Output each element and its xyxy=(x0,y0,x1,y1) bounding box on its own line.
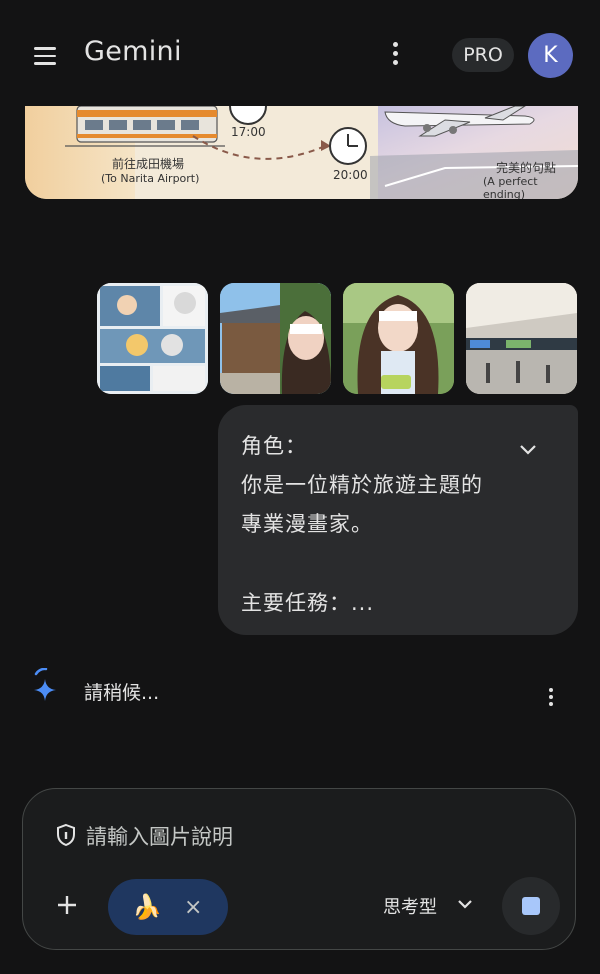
close-icon[interactable]: × xyxy=(184,895,202,920)
model-selector[interactable]: 思考型 xyxy=(383,893,437,919)
expand-chevron-icon[interactable] xyxy=(517,442,539,458)
banner-time-2: 20:00 xyxy=(333,168,368,182)
banner-caption-left-en: (To Narita Airport) xyxy=(101,172,200,185)
drink-selfie-thumbnail[interactable] xyxy=(343,283,454,394)
loading-status: 請稍候... xyxy=(84,682,160,704)
add-icon[interactable] xyxy=(56,894,78,916)
message-line: 你是一位精於旅遊主題的 xyxy=(241,473,483,497)
image-tool-chip[interactable] xyxy=(108,879,228,935)
prompt-composer xyxy=(22,788,576,950)
stop-icon xyxy=(522,897,540,915)
avatar[interactable]: K xyxy=(528,33,573,78)
comic-page-thumbnail[interactable] xyxy=(97,283,208,394)
message-line: 角色： xyxy=(241,434,307,458)
chevron-down-icon[interactable] xyxy=(457,898,473,910)
banner-caption-right: 完美的句點 xyxy=(496,161,557,175)
generated-comic-preview[interactable]: 17:00 20:00 前往成田機場 (To Narita Airport) 完… xyxy=(25,106,578,199)
banana-icon: 🍌 xyxy=(132,893,162,921)
stop-button[interactable] xyxy=(502,877,560,935)
banner-caption-right-en: (A perfect ending) xyxy=(483,175,538,199)
shield-icon xyxy=(57,823,75,847)
station-thumbnail[interactable] xyxy=(466,283,577,394)
message-line: 主要任務：... xyxy=(241,591,375,615)
banner-caption-left: 前往成田機場 xyxy=(112,157,185,171)
temple-selfie-thumbnail[interactable] xyxy=(220,283,331,394)
menu-icon[interactable] xyxy=(34,47,56,65)
prompt-input[interactable]: 請輸入圖片說明 xyxy=(86,821,233,851)
more-vert-icon[interactable] xyxy=(385,42,405,72)
pro-badge[interactable]: PRO xyxy=(452,38,514,72)
gemini-spark-icon xyxy=(34,668,56,701)
message-line: 專業漫畫家。 xyxy=(241,512,373,536)
banner-time-1: 17:00 xyxy=(231,125,266,139)
message-more-icon[interactable] xyxy=(546,688,556,708)
app-title: Gemini xyxy=(84,36,182,67)
